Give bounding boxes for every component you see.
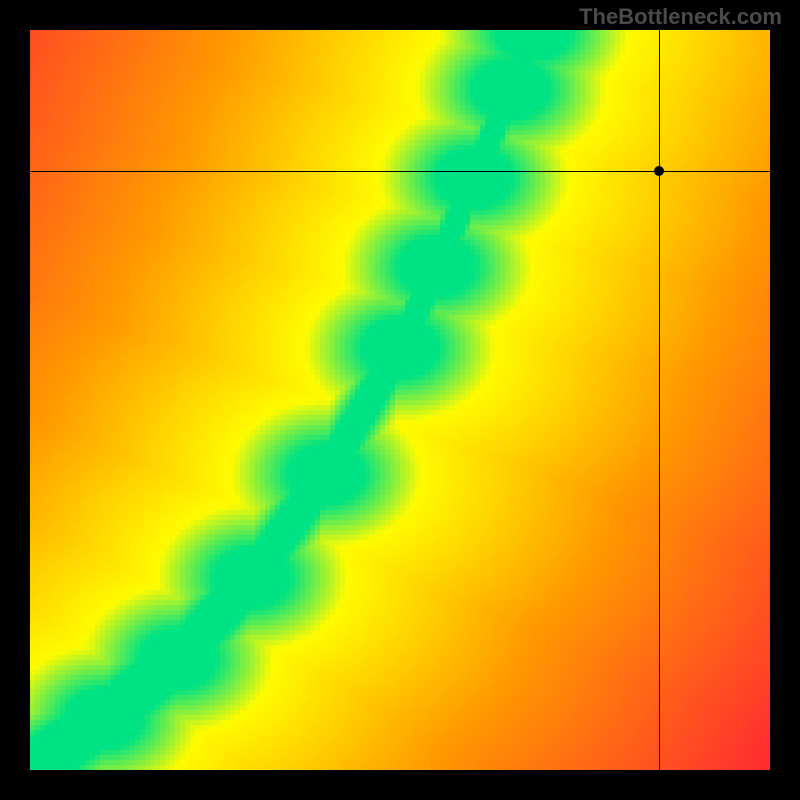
crosshair-vertical (659, 30, 660, 770)
watermark-text: TheBottleneck.com (579, 4, 782, 30)
selection-marker (654, 166, 664, 176)
heatmap-plot (30, 30, 770, 770)
